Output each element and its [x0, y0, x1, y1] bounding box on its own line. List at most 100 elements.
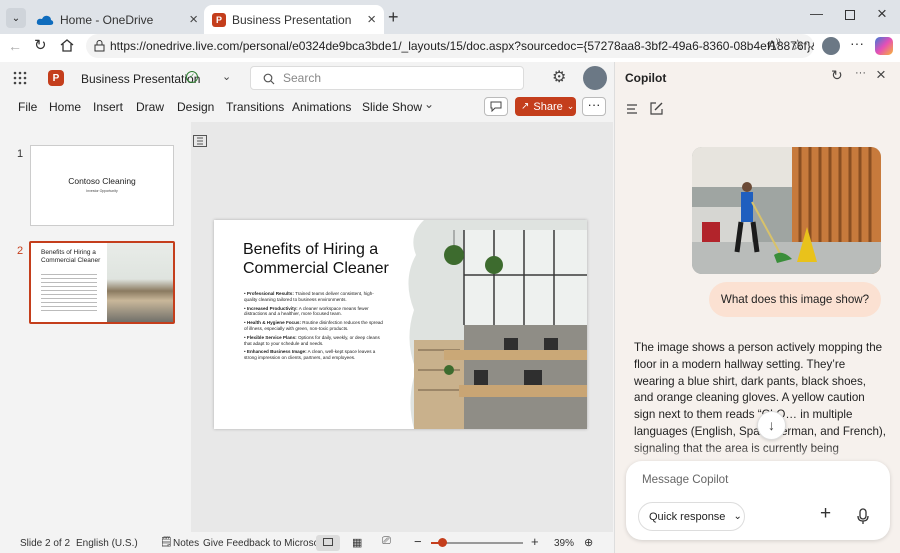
tab-draw[interactable]: Draw [136, 100, 164, 114]
document-title[interactable]: Business Presentation [81, 72, 200, 86]
tab-business-presentation[interactable]: P Business Presentation × [204, 5, 384, 34]
tab-onedrive[interactable]: Home - OneDrive × [28, 5, 206, 34]
address-bar-row: ← ↻ https://onedrive.live.com/personal/e… [0, 34, 900, 62]
zoom-level[interactable]: 39% [554, 538, 574, 549]
user-attached-image[interactable] [692, 147, 881, 274]
chevron-down-icon[interactable]: ⌄ [424, 97, 434, 111]
chevron-down-icon: ⌄ [11, 12, 21, 24]
bullet-heading: Increased Productivity: [246, 305, 298, 311]
powerpoint-icon: P [212, 12, 226, 27]
minimize-button[interactable]: — [810, 6, 823, 21]
more-icon[interactable]: ··· [855, 67, 866, 79]
normal-view-icon[interactable] [316, 535, 340, 551]
bullet-heading: Health & Hygiene Focus: [246, 320, 302, 326]
app-launcher-icon[interactable] [13, 71, 27, 85]
close-icon[interactable]: × [876, 65, 886, 85]
tab-slide-show[interactable]: Slide Show [362, 100, 422, 114]
thumb-bullets [41, 271, 97, 311]
thumb-title: Benefits of Hiring a Commercial Cleaner [41, 249, 101, 264]
url-text: https://onedrive.live.com/personal/e0324… [110, 39, 814, 53]
response-mode-label: Quick response [649, 510, 726, 523]
close-icon[interactable]: × [189, 11, 198, 28]
feedback-link[interactable]: Give Feedback to Microsoft [203, 538, 325, 549]
tab-title: Home - OneDrive [60, 12, 154, 27]
comment-icon [490, 101, 502, 112]
slide-thumbnail-pane: 1 Contoso Cleaning Investor Opportunity … [0, 122, 190, 532]
home-icon[interactable] [60, 39, 74, 52]
ribbon: File Home Insert Draw Design Transitions… [0, 94, 614, 120]
bullet-heading: Professional Results: [246, 291, 294, 296]
slide-thumbnail-2[interactable]: Benefits of Hiring a Commercial Cleaner [29, 241, 175, 324]
share-icon: ↗ [521, 101, 530, 112]
comments-button[interactable] [484, 97, 508, 116]
chevron-down-icon: ⌄ [566, 101, 575, 111]
scroll-to-bottom-button[interactable]: ↓ [757, 411, 786, 440]
copilot-response: The image shows a person actively moppin… [634, 341, 886, 455]
message-input[interactable]: Message Copilot [642, 473, 728, 486]
search-placeholder: Search [283, 71, 322, 85]
slide-sorter-icon[interactable]: ▦ [352, 536, 362, 549]
zoom-slider[interactable] [431, 538, 523, 547]
share-button[interactable]: ↗ Share ⌄ [515, 97, 576, 116]
office-photo [408, 220, 587, 429]
zoom-in-icon[interactable]: + [531, 534, 539, 549]
notes-button[interactable]: Notes [173, 538, 199, 549]
slide-bullet: • Professional Results: Trained teams de… [244, 291, 374, 302]
zoom-out-icon[interactable]: − [414, 534, 422, 549]
site-info-icon[interactable] [94, 40, 105, 52]
tab-transitions[interactable]: Transitions [226, 100, 284, 114]
search-input[interactable]: Search [250, 66, 524, 90]
tab-design[interactable]: Design [177, 100, 214, 114]
app-header: P Business Presentation ✓ ⌄ Search ⚙ [0, 62, 614, 94]
close-window-button[interactable]: × [877, 4, 887, 24]
zoom-slider-thumb[interactable] [438, 538, 447, 547]
close-icon[interactable]: × [367, 11, 376, 28]
powerpoint-logo: P [48, 70, 64, 86]
slide-canvas: Benefits of Hiring a Commercial Cleaner … [191, 122, 613, 532]
chevron-down-icon: ⌄ [733, 511, 742, 522]
microphone-icon[interactable] [857, 508, 869, 525]
profile-avatar[interactable] [822, 37, 840, 55]
url-field[interactable]: https://onedrive.live.com/personal/e0324… [86, 34, 814, 58]
refresh-icon[interactable]: ↻ [34, 36, 47, 54]
favorite-icon[interactable]: ☆ [791, 36, 804, 54]
message-composer: Message Copilot Quick response ⌄ + [626, 461, 890, 540]
gear-icon[interactable]: ⚙ [552, 67, 566, 87]
menu-icon[interactable] [626, 104, 638, 114]
copilot-pane: Copilot ↻ ··· × What does this image sho… [614, 62, 900, 553]
maximize-button[interactable] [845, 10, 855, 20]
tab-animations[interactable]: Animations [292, 100, 351, 114]
chevron-down-icon[interactable]: ⌄ [222, 70, 231, 83]
response-mode-select[interactable]: Quick response ⌄ [638, 502, 745, 531]
slide-bullet-list: • Professional Results: Trained teams de… [244, 291, 386, 364]
new-tab-button[interactable]: + [388, 7, 399, 28]
user-avatar[interactable] [583, 66, 607, 90]
reading-view-icon[interactable]: ⎚ [382, 535, 391, 548]
tab-list-button[interactable]: ⌄ [6, 8, 26, 28]
add-icon[interactable]: + [820, 503, 831, 525]
slide-bullet: • Increased Productivity: A cleaner work… [244, 305, 369, 317]
slide-count: Slide 2 of 2 [20, 538, 71, 549]
search-icon [263, 73, 275, 85]
onedrive-icon [36, 15, 54, 25]
copilot-title: Copilot [625, 71, 667, 85]
share-label: Share [533, 100, 563, 113]
tab-home[interactable]: Home [49, 100, 81, 114]
fit-slide-icon[interactable]: ⊕ [584, 536, 593, 549]
refresh-icon[interactable]: ↻ [831, 67, 843, 84]
tab-file[interactable]: File [18, 100, 37, 114]
language[interactable]: English (U.S.) [76, 538, 138, 549]
more-options-button[interactable]: ··· [582, 97, 606, 116]
current-slide[interactable]: Benefits of Hiring a Commercial Cleaner … [214, 220, 587, 429]
slide-thumbnail-1[interactable]: Contoso Cleaning Investor Opportunity [30, 145, 174, 226]
slide-bullet: • Flexible Service Plans: Options for da… [244, 334, 380, 346]
slide-bullet: • Enhanced Business Image: A clean, well… [244, 349, 376, 361]
copilot-app-icon[interactable] [875, 37, 893, 55]
read-aloud-icon[interactable]: A)) [768, 38, 781, 52]
new-chat-icon[interactable] [650, 102, 663, 115]
back-icon[interactable]: ← [8, 38, 22, 54]
notes-icon: 🗒 [160, 537, 173, 548]
more-icon[interactable]: ··· [850, 35, 864, 51]
tab-insert[interactable]: Insert [93, 100, 123, 114]
panel-toggle-icon[interactable] [193, 135, 207, 147]
